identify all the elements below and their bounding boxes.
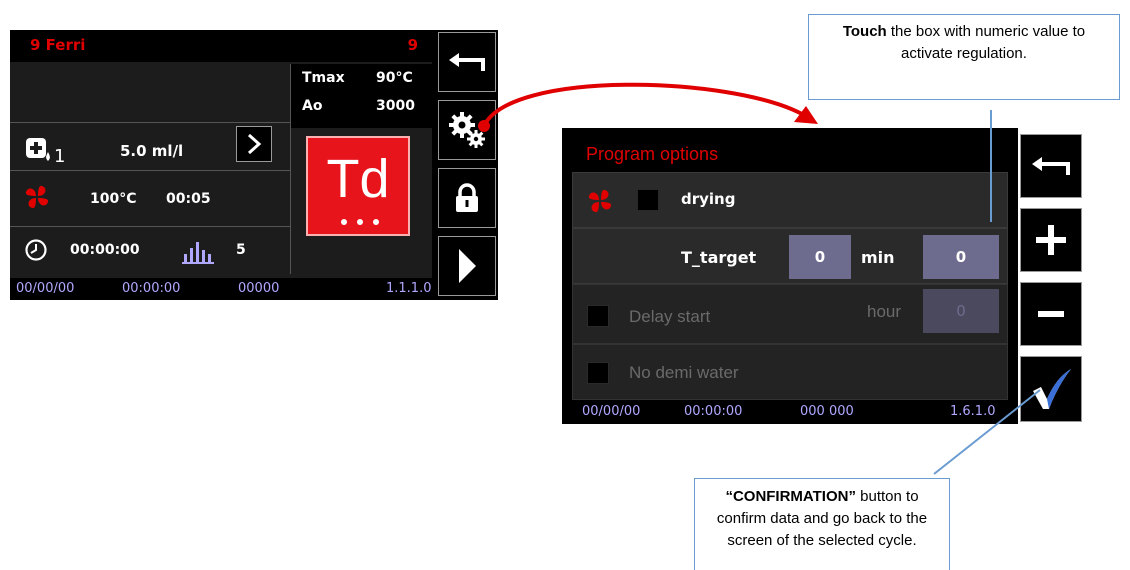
touch-callout: Touch the box with numeric value to acti… [808, 14, 1120, 100]
td-label: Td [326, 149, 390, 209]
callout-pointer [990, 110, 992, 222]
t-target-value-box[interactable]: 0 [789, 235, 851, 279]
delay-start-row: Delay start hour 0 [572, 284, 1008, 344]
back-button[interactable] [1020, 134, 1082, 198]
dose-icon [24, 134, 54, 164]
tmax-value: 90°C [376, 70, 413, 86]
delay-start-checkbox[interactable] [587, 305, 609, 327]
decrement-button[interactable] [1020, 282, 1082, 346]
back-arrow-icon [449, 53, 485, 71]
ao-label: Ao [302, 98, 323, 114]
lock-button[interactable] [438, 168, 496, 228]
hour-label: hour [867, 302, 902, 321]
footer-time: 00:00:00 [684, 404, 743, 419]
divider [290, 64, 291, 274]
ao-value: 3000 [376, 98, 415, 114]
dose-index: 1 [54, 146, 66, 167]
td-button[interactable]: Td [306, 136, 410, 236]
divider [10, 226, 290, 227]
main-screen: 9 Ferri 9 Tmax 90°C Ao 3000 1 5.0 ml/l 1 [10, 30, 498, 300]
cycle-number: 9 [407, 36, 418, 54]
touch-callout-bold: Touch [842, 23, 887, 40]
minus-icon [1038, 311, 1064, 317]
navigation-arrow [478, 82, 818, 132]
footer-version: 1.1.1.0 [386, 281, 432, 296]
footer-code: 000 000 [800, 404, 854, 419]
plus-icon [1036, 225, 1066, 255]
options-screen: Program options drying T_target 0 min 0 … [562, 128, 1082, 424]
drying-label: drying [681, 190, 736, 208]
no-demi-water-checkbox[interactable] [587, 362, 609, 384]
page-title: Program options [586, 144, 719, 164]
status-footer: 00/00/00 00:00:00 00000 1.1.1.0 [10, 278, 432, 300]
footer-time: 00:00:00 [122, 281, 181, 296]
fan-icon [587, 188, 613, 214]
chevron-right-icon [247, 133, 262, 155]
touch-callout-text: the box with numeric value to activate r… [886, 23, 1086, 62]
divider [10, 170, 290, 171]
confirmation-callout-bold: “CONFIRMATION” [725, 488, 856, 505]
timer-value: 00:00:00 [70, 242, 140, 258]
divider [10, 122, 290, 123]
clock-icon [24, 238, 48, 262]
footer-code: 00000 [238, 281, 280, 296]
t-target-label: T_target [681, 248, 757, 267]
min-value-box[interactable]: 0 [923, 235, 999, 279]
no-demi-water-label: No demi water [629, 363, 739, 382]
drying-row: drying [572, 172, 1008, 228]
back-arrow-icon [1032, 157, 1070, 175]
dose-value: 5.0 ml/l [120, 142, 184, 160]
increment-button[interactable] [1020, 208, 1082, 272]
min-label: min [861, 248, 895, 267]
delay-start-label: Delay start [629, 307, 711, 326]
next-button[interactable] [438, 236, 496, 296]
fan-icon [24, 184, 50, 210]
play-arrow-icon [459, 249, 476, 283]
callout-pointer [933, 389, 1041, 475]
dose-next-button[interactable] [236, 126, 272, 162]
tmax-label: Tmax [302, 70, 345, 86]
t-target-row: T_target 0 min 0 [572, 228, 1008, 284]
cycle-title: 9 Ferri [30, 36, 86, 54]
confirmation-callout: “CONFIRMATION” button to confirm data an… [694, 478, 950, 570]
bar-chart-icon [182, 238, 214, 264]
footer-date: 00/00/00 [16, 281, 75, 296]
params-box: Tmax 90°C Ao 3000 [290, 64, 432, 128]
cycle-header: 9 Ferri 9 [10, 30, 432, 62]
drying-checkbox[interactable] [637, 189, 659, 211]
fan-time: 00:05 [166, 191, 211, 207]
lock-icon [456, 183, 478, 212]
td-dots [338, 218, 382, 226]
fan-temp: 100°C [90, 191, 137, 207]
hour-value-box[interactable]: 0 [923, 289, 999, 333]
cycle-count: 5 [236, 242, 246, 258]
footer-date: 00/00/00 [582, 404, 641, 419]
